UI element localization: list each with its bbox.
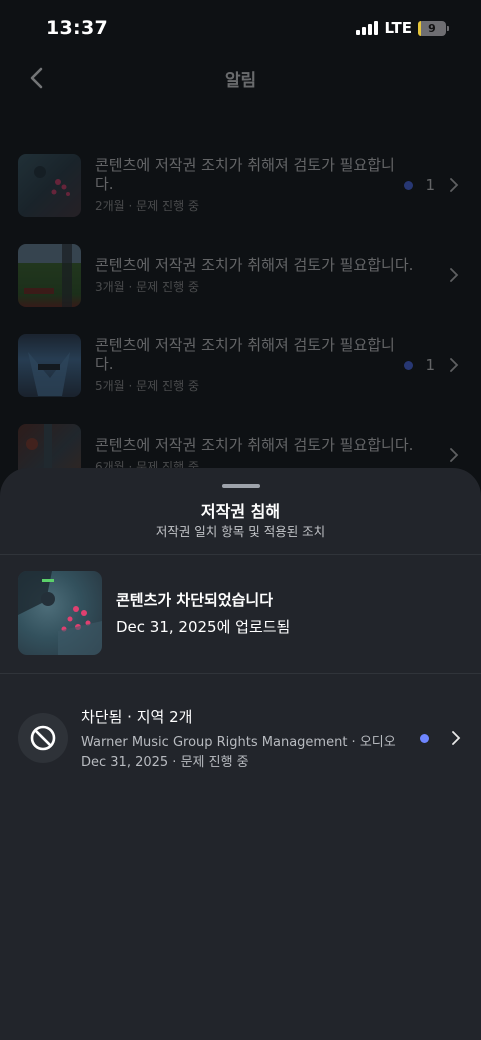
sheet-subtitle: 저작권 일치 항목 및 적용된 조치 <box>155 524 326 539</box>
notification-title: 콘텐츠에 저작권 조치가 취해져 검토가 필요합니다. <box>95 255 414 274</box>
video-status-title: 콘텐츠가 차단되었습니다 <box>116 591 274 609</box>
notification-title: 콘텐츠에 저작권 조치가 취해져 검토가 필요합니다. <box>95 435 414 454</box>
battery-text: 9 <box>428 21 436 35</box>
claim-info: 차단됨 · 지역 2개 Warner Music Group Rights Ma… <box>81 706 420 770</box>
unread-dot <box>404 180 414 190</box>
battery-icon: 9 <box>418 20 449 36</box>
page-title: 알림 <box>224 70 257 91</box>
divider <box>0 673 481 674</box>
video-upload-date: Dec 31, 2025에 업로드됨 <box>116 618 291 636</box>
back-button[interactable] <box>26 66 50 90</box>
notification-actions <box>447 448 461 462</box>
notification-item[interactable]: 콘텐츠에 저작권 조치가 취해져 검토가 필요합니다. 3개월 · 문제 진행 … <box>0 230 481 320</box>
divider <box>0 554 481 555</box>
chevron-right-icon <box>452 731 461 745</box>
chevron-right-icon <box>450 268 459 282</box>
block-icon <box>30 725 56 751</box>
battery-fill <box>418 20 421 36</box>
notification-text: 콘텐츠에 저작권 조치가 취해져 검토가 필요합니다. 5개월 · 문제 진행 … <box>95 336 404 394</box>
notification-meta: 2개월 · 문제 진행 중 <box>95 199 199 213</box>
claim-owner: Warner Music Group Rights Management · 오… <box>81 735 396 750</box>
header: 알림 <box>0 56 481 100</box>
notification-thumbnail <box>18 333 81 397</box>
notification-actions <box>447 268 461 282</box>
video-info: 콘텐츠가 차단되었습니다 Dec 31, 2025에 업로드됨 <box>116 589 290 637</box>
notification-actions: 1 <box>404 176 461 194</box>
notification-actions: 1 <box>404 356 461 374</box>
unread-dot <box>404 360 414 370</box>
status-bar: 13:37 LTE 9 <box>0 0 481 56</box>
chevron-left-icon <box>30 67 43 89</box>
notification-title: 콘텐츠에 저작권 조치가 취해져 검토가 필요합니다. <box>95 156 395 193</box>
signal-icon <box>356 21 379 35</box>
notification-meta: 3개월 · 문제 진행 중 <box>95 279 199 294</box>
network-label: LTE <box>384 19 412 37</box>
claim-item[interactable]: 차단됨 · 지역 2개 Warner Music Group Rights Ma… <box>18 706 463 770</box>
chevron-right-icon <box>450 448 459 462</box>
copyright-bottom-sheet: 저작권 침해 저작권 일치 항목 및 적용된 조치 콘텐츠가 차단되었습니다 D… <box>0 468 481 1040</box>
sheet-title: 저작권 침해 <box>200 502 281 521</box>
notification-item[interactable]: 콘텐츠에 저작권 조치가 취해져 검토가 필요합니다. 5개월 · 문제 진행 … <box>0 320 481 410</box>
notification-list: 콘텐츠에 저작권 조치가 취해져 검토가 필요합니다. 2개월 · 문제 진행 … <box>0 140 481 500</box>
chevron-right-icon <box>450 178 459 192</box>
status-time: 13:37 <box>46 17 108 39</box>
notification-thumbnail <box>18 153 81 217</box>
video-thumbnail <box>18 571 102 655</box>
status-indicators: LTE 9 <box>356 19 449 37</box>
sheet-drag-handle[interactable] <box>222 484 260 488</box>
notification-item[interactable]: 콘텐츠에 저작권 조치가 취해져 검토가 필요합니다. 2개월 · 문제 진행 … <box>0 140 481 230</box>
notification-text: 콘텐츠에 저작권 조치가 취해져 검토가 필요합니다. 2개월 · 문제 진행 … <box>95 156 404 214</box>
claim-title: 차단됨 · 지역 2개 <box>81 708 193 726</box>
claim-actions <box>420 731 463 745</box>
unread-dot <box>420 733 429 743</box>
notification-count: 1 <box>425 176 435 194</box>
battery-level: 9 <box>418 20 446 36</box>
video-summary: 콘텐츠가 차단되었습니다 Dec 31, 2025에 업로드됨 <box>18 571 290 655</box>
chevron-right-icon <box>450 358 459 372</box>
notification-title: 콘텐츠에 저작권 조치가 취해져 검토가 필요합니다. <box>95 336 395 373</box>
notification-thumbnail <box>18 243 81 307</box>
claim-icon-container <box>18 713 68 763</box>
claim-status: Dec 31, 2025 · 문제 진행 중 <box>81 755 249 770</box>
battery-cap <box>447 25 449 31</box>
notification-count: 1 <box>425 356 435 374</box>
notification-meta: 5개월 · 문제 진행 중 <box>95 379 199 393</box>
notification-text: 콘텐츠에 저작권 조치가 취해져 검토가 필요합니다. 3개월 · 문제 진행 … <box>95 256 447 295</box>
